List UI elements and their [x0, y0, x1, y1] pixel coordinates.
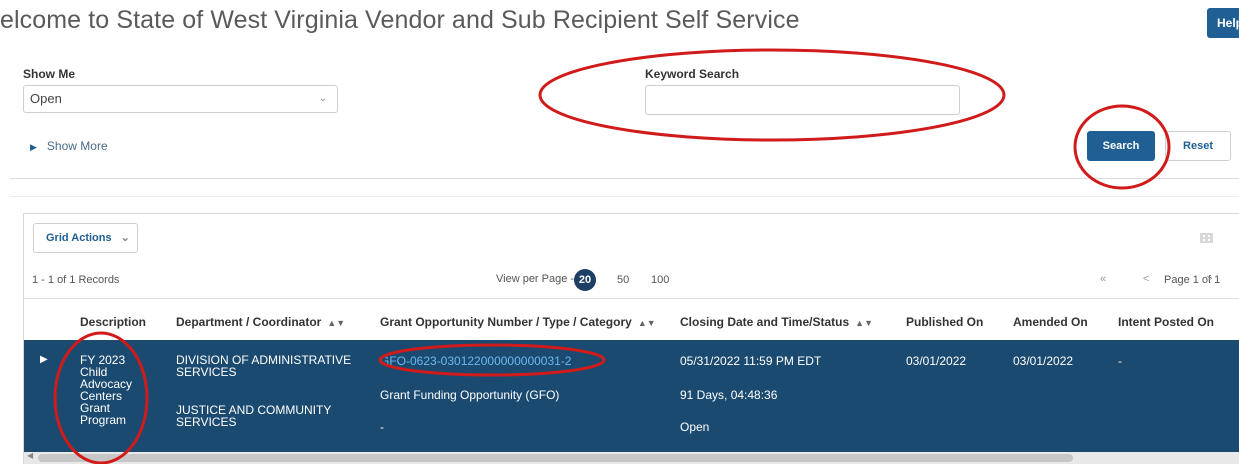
chevron-right-icon[interactable]: >	[1206, 273, 1212, 285]
grant-number-link[interactable]: GFO-0623-030122000000000031-2	[380, 354, 571, 368]
published-on: 03/01/2022	[906, 354, 967, 368]
sort-icon[interactable]: ▲▼	[638, 318, 656, 328]
column-label: Amended On	[1013, 315, 1088, 329]
page-size-20[interactable]: 20	[574, 269, 596, 291]
keyword-search-label: Keyword Search	[645, 67, 740, 81]
scrollbar-thumb[interactable]	[38, 454, 1073, 462]
records-count: 1 - 1 of 1 Records	[32, 274, 120, 286]
reset-button[interactable]: Reset	[1165, 131, 1231, 161]
show-more-toggle[interactable]: ▶ Show More	[30, 139, 108, 153]
column-label: Grant Opportunity Number / Type / Catego…	[380, 315, 632, 329]
grid-actions-label: Grid Actions	[46, 232, 112, 244]
search-button[interactable]: Search	[1087, 131, 1155, 161]
column-header-amended-on[interactable]: Amended On	[1013, 315, 1088, 329]
chevron-left-icon[interactable]: <	[1143, 273, 1149, 285]
scroll-left-icon[interactable]: ◀	[27, 451, 33, 460]
show-me-value: Open	[30, 91, 62, 106]
grid-actions-dropdown[interactable]: Grid Actions ⌄	[33, 223, 138, 253]
department-line: SERVICES	[176, 415, 237, 429]
intent-posted-on: -	[1118, 354, 1122, 368]
column-label: Intent Posted On	[1118, 315, 1214, 329]
view-per-page-label: View per Page -	[496, 273, 575, 285]
column-header-grant-number[interactable]: Grant Opportunity Number / Type / Catego…	[380, 315, 656, 329]
divider	[10, 196, 1239, 197]
page-title: elcome to State of West Virginia Vendor …	[0, 6, 800, 34]
department-line: SERVICES	[176, 365, 237, 379]
show-me-label: Show Me	[23, 67, 76, 81]
show-me-select[interactable]: Open ⌄	[23, 85, 338, 113]
row-department-2: JUSTICE AND COMMUNITY SERVICES	[176, 404, 331, 428]
column-header-intent-posted-on[interactable]: Intent Posted On	[1118, 315, 1214, 329]
amended-on: 03/01/2022	[1013, 354, 1074, 368]
divider	[10, 178, 1239, 179]
grant-type: Grant Funding Opportunity (GFO)	[380, 388, 560, 402]
column-header-closing-date[interactable]: Closing Date and Time/Status ▲▼	[680, 315, 873, 329]
page-size-100[interactable]: 100	[651, 274, 669, 286]
time-remaining: 91 Days, 04:48:36	[680, 388, 778, 402]
expand-row-icon[interactable]: ▶	[40, 354, 48, 365]
grid-columns-icon[interactable]	[1200, 233, 1213, 243]
row-department-1: DIVISION OF ADMINISTRATIVE SERVICES	[176, 354, 351, 378]
keyword-search-input[interactable]	[645, 85, 960, 115]
sort-icon[interactable]: ▲▼	[855, 318, 873, 328]
show-more-label: Show More	[46, 139, 108, 153]
chevron-down-icon: ⌄	[120, 232, 130, 244]
column-header-description[interactable]: Description	[80, 315, 146, 329]
grant-category: -	[380, 420, 384, 434]
row-description: FY 2023 Child Advocacy Centers Grant Pro…	[80, 354, 132, 426]
chevron-down-icon: ⌄	[318, 93, 327, 104]
sort-icon[interactable]: ▲▼	[327, 318, 345, 328]
double-chevron-left-icon[interactable]: «	[1100, 273, 1106, 285]
help-button[interactable]: Help	[1207, 8, 1239, 38]
triangle-right-icon: ▶	[30, 142, 37, 152]
column-label: Published On	[906, 315, 984, 329]
column-label: Description	[80, 315, 147, 329]
status-text: Open	[680, 420, 710, 434]
column-label: Department / Coordinator	[176, 315, 322, 329]
column-label: Closing Date and Time/Status	[680, 315, 850, 329]
column-header-department[interactable]: Department / Coordinator ▲▼	[176, 315, 345, 329]
description-line: Program	[80, 413, 127, 427]
page-size-50[interactable]: 50	[617, 274, 629, 286]
column-header-published-on[interactable]: Published On	[906, 315, 983, 329]
divider	[24, 298, 1239, 299]
closing-date: 05/31/2022 11:59 PM EDT	[680, 354, 822, 368]
